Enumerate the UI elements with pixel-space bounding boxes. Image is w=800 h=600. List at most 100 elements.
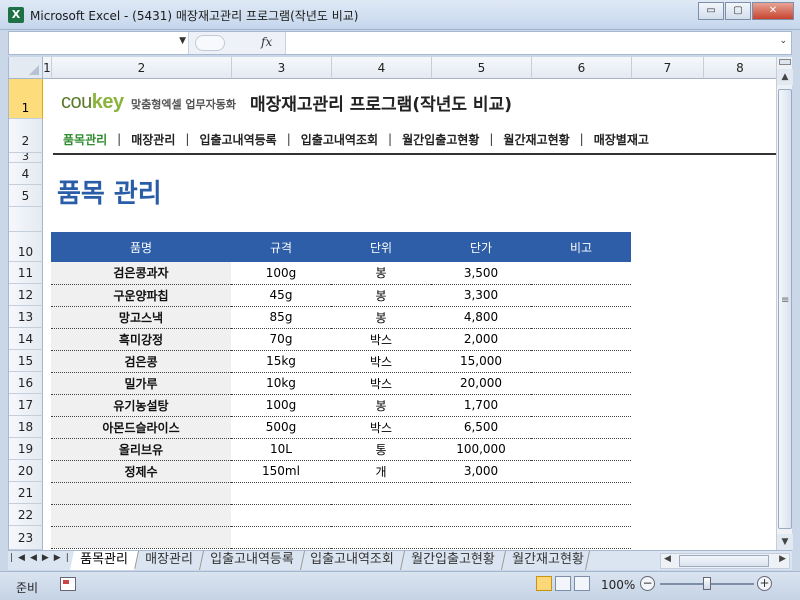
cell-price[interactable]: 1,700: [431, 394, 531, 417]
zoom-slider[interactable]: [660, 577, 754, 590]
row-header[interactable]: 1: [9, 79, 43, 119]
cell-name[interactable]: [51, 482, 231, 505]
cell-note[interactable]: [531, 394, 631, 417]
sheet-tab[interactable]: 입출고내역등록: [199, 551, 305, 570]
cell-spec[interactable]: 500g: [231, 416, 331, 439]
cell-price[interactable]: 15,000: [431, 350, 531, 373]
cell-note[interactable]: [531, 284, 631, 307]
cell-note[interactable]: [531, 416, 631, 439]
zoom-slider-knob[interactable]: [703, 577, 711, 590]
cell-name[interactable]: 밀가루: [51, 372, 231, 395]
cell-spec[interactable]: [231, 482, 331, 505]
scroll-down-icon[interactable]: ▼: [777, 534, 793, 550]
cell-unit[interactable]: 박스: [331, 328, 431, 351]
column-header[interactable]: 1: [43, 57, 52, 79]
column-header[interactable]: 2: [52, 57, 232, 79]
cell-price[interactable]: 100,000: [431, 438, 531, 461]
row-header[interactable]: 14: [9, 328, 43, 350]
cell-price[interactable]: [431, 526, 531, 549]
cell-note[interactable]: [531, 526, 631, 549]
column-header[interactable]: 8: [704, 57, 776, 79]
cell-spec[interactable]: 150ml: [231, 460, 331, 483]
name-box[interactable]: ▼: [9, 32, 189, 54]
cell-note[interactable]: [531, 306, 631, 329]
cell-note[interactable]: [531, 482, 631, 505]
row-header[interactable]: 18: [9, 416, 43, 438]
cell-unit[interactable]: [331, 482, 431, 505]
horizontal-scroll-thumb[interactable]: [679, 555, 769, 567]
cell-unit[interactable]: 박스: [331, 372, 431, 395]
row-header[interactable]: 2: [9, 119, 43, 153]
row-header[interactable]: 17: [9, 394, 43, 416]
cell-note[interactable]: [531, 460, 631, 483]
split-box[interactable]: [779, 59, 791, 65]
formula-cancel-button[interactable]: [195, 35, 225, 51]
scroll-up-icon[interactable]: ▲: [777, 69, 793, 85]
cell-unit[interactable]: 박스: [331, 350, 431, 373]
cell-unit[interactable]: 박스: [331, 416, 431, 439]
cell-note[interactable]: [531, 372, 631, 395]
cell-note[interactable]: [531, 438, 631, 461]
cell-name[interactable]: [51, 504, 231, 527]
vertical-scrollbar[interactable]: ▲ ▼: [776, 57, 793, 550]
cell-note[interactable]: [531, 328, 631, 351]
scroll-right-icon[interactable]: ▶: [779, 554, 786, 564]
cell-note[interactable]: [531, 262, 631, 285]
sheet-tab[interactable]: 입출고내역조회: [300, 551, 406, 570]
row-header[interactable]: 13: [9, 306, 43, 328]
cell-unit[interactable]: [331, 504, 431, 527]
horizontal-scrollbar[interactable]: ◀ ▶: [660, 553, 790, 569]
column-header[interactable]: 5: [432, 57, 532, 79]
cell-unit[interactable]: 개: [331, 460, 431, 483]
cell-price[interactable]: 20,000: [431, 372, 531, 395]
cell-name[interactable]: 흑미강정: [51, 328, 231, 351]
cell-name[interactable]: [51, 526, 231, 549]
zoom-in-button[interactable]: +: [757, 576, 772, 591]
row-header[interactable]: 11: [9, 262, 43, 284]
cell-price[interactable]: 3,300: [431, 284, 531, 307]
nav-item-monthly-io[interactable]: 월간입출고현황: [392, 131, 489, 148]
cell-spec[interactable]: 10kg: [231, 372, 331, 395]
cell-note[interactable]: [531, 350, 631, 373]
row-header[interactable]: 5: [9, 185, 43, 207]
row-header[interactable]: 15: [9, 350, 43, 372]
cell-name[interactable]: 검은콩: [51, 350, 231, 373]
cell-unit[interactable]: 봉: [331, 394, 431, 417]
col-header-note[interactable]: 비고: [531, 232, 631, 262]
sheet-tab[interactable]: 월간재고현황: [501, 551, 590, 570]
macro-record-icon[interactable]: [60, 577, 76, 591]
row-header[interactable]: 19: [9, 438, 43, 460]
scroll-left-icon[interactable]: ◀: [664, 554, 671, 564]
nav-item-store-management[interactable]: 매장관리: [121, 131, 185, 148]
cell-spec[interactable]: [231, 504, 331, 527]
sheet-tab[interactable]: 월간입출고현황: [401, 551, 506, 570]
row-header[interactable]: 3: [9, 153, 43, 163]
tab-navigation-icons[interactable]: |◀◀▶▶|: [10, 553, 74, 563]
cell-price[interactable]: [431, 482, 531, 505]
zoom-out-button[interactable]: −: [640, 576, 655, 591]
nav-item-io-search[interactable]: 입출고내역조회: [291, 131, 388, 148]
sheet-tab[interactable]: 매장관리: [134, 551, 204, 570]
insert-function-icon[interactable]: fx: [261, 35, 272, 49]
cell-name[interactable]: 망고스낵: [51, 306, 231, 329]
cell-unit[interactable]: 봉: [331, 262, 431, 285]
cell-name[interactable]: 아몬드슬라이스: [51, 416, 231, 439]
nav-item-io-register[interactable]: 입출고내역등록: [189, 131, 286, 148]
row-header[interactable]: 22: [9, 504, 43, 526]
cell-note[interactable]: [531, 504, 631, 527]
normal-view-icon[interactable]: [536, 576, 552, 591]
row-header[interactable]: 16: [9, 372, 43, 394]
nav-item-store-stock[interactable]: 매장별재고: [584, 131, 659, 148]
close-button[interactable]: ✕: [752, 2, 794, 20]
row-header[interactable]: 21: [9, 482, 43, 504]
cell-unit[interactable]: 봉: [331, 284, 431, 307]
cell-unit[interactable]: 봉: [331, 306, 431, 329]
cell-price[interactable]: 6,500: [431, 416, 531, 439]
nav-item-monthly-stock[interactable]: 월간재고현황: [493, 131, 579, 148]
column-header[interactable]: 7: [632, 57, 704, 79]
expand-formula-bar-icon[interactable]: ⌄: [779, 36, 787, 46]
column-header[interactable]: 4: [332, 57, 432, 79]
excel-app-icon[interactable]: X: [8, 7, 24, 23]
row-header[interactable]: 10: [9, 232, 43, 262]
zoom-level[interactable]: 100%: [601, 578, 635, 592]
